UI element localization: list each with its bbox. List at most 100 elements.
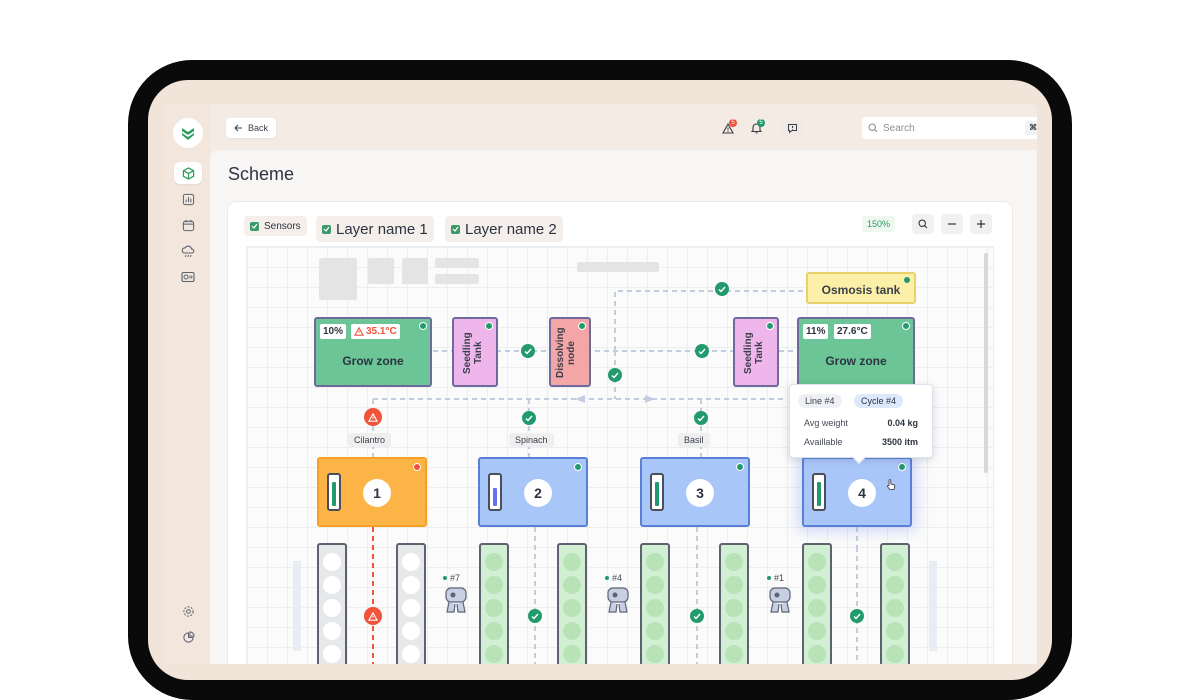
rail [293,561,301,651]
seedling-tank-right-node[interactable]: Seedling Tank [733,317,779,387]
status-dot [902,322,910,330]
line-number: 1 [363,479,391,507]
node-label: Grow zone [825,354,887,368]
tooltip-cycle-chip: Cycle #4 [854,394,904,408]
grow-zone-left-node[interactable]: 10% 35.1°C Grow zone [314,317,432,387]
grow-rack[interactable] [880,543,910,664]
status-dot [574,463,582,471]
tooltip-value: 0.04 kg [887,418,918,428]
check-circle-icon [528,609,542,623]
sidebar-item-settings[interactable] [174,600,202,622]
humidity-tag: 11% [803,324,829,339]
node-label: Dissolving node [555,327,577,379]
robot-label: #1 [774,573,785,583]
check-circle-icon [522,411,536,425]
robot-1[interactable]: #1 [767,573,793,617]
sidebar-item-weather[interactable] [174,240,202,262]
calendar-icon [182,219,194,231]
tank-level-gauge [327,473,341,511]
page-title: Scheme [228,164,295,184]
sidebar-item-scheme[interactable] [174,162,202,184]
grow-rack[interactable] [557,543,587,664]
message-alert-icon [787,123,797,134]
search-box[interactable]: Search ⌘ + N [862,117,1037,139]
temperature-value: 35.1°C [366,326,397,337]
sidebar-item-reports[interactable] [174,626,202,648]
line-tank-4[interactable]: 4 [802,457,912,527]
sidebar [164,104,210,664]
back-button[interactable]: Back [226,118,277,138]
sidebar-item-calendar[interactable] [174,214,202,236]
status-dot [898,463,906,471]
line-number: 2 [524,479,552,507]
line-tank-2[interactable]: 2 [478,457,588,527]
scheme-canvas[interactable]: Osmosis tank 10% 35.1°C Grow zone Seedli… [246,246,994,664]
tank-level-fill [817,482,821,506]
seedling-tank-left-node[interactable]: Seedling Tank [452,317,498,387]
notifications-button[interactable]: 5 [746,118,766,138]
osmosis-tank-node[interactable]: Osmosis tank [806,272,916,304]
rail [929,561,937,651]
warning-icon [354,327,364,336]
sidebar-item-sensors[interactable] [174,266,202,288]
feedback-button[interactable] [782,118,802,138]
grow-rack[interactable] [802,543,832,664]
check-circle-icon [694,411,708,425]
status-dot [578,322,586,330]
line-tank-3[interactable]: 3 [640,457,750,527]
status-dot [766,322,774,330]
line-label-cilantro: Cilantro [348,433,392,447]
grow-rack[interactable] [479,543,509,664]
tooltip-row-available: Availlable 3500 itm [804,437,918,447]
zoom-out-button[interactable] [941,214,963,234]
notifications-badge: 5 [757,119,765,127]
zoom-in-button[interactable] [970,214,992,234]
alerts-badge: 5 [729,119,737,127]
robot-7[interactable]: #7 [443,573,469,617]
line-tank-1[interactable]: 1 [317,457,427,527]
robot-icon [607,587,629,613]
tooltip-label: Avg weight [804,418,848,428]
grow-rack[interactable] [317,543,347,664]
tooltip-value: 3500 itm [881,437,918,447]
layer-label: Layer name 2 [465,220,557,238]
sidebar-item-analytics[interactable] [174,188,202,210]
grow-rack[interactable] [640,543,670,664]
status-dot [736,463,744,471]
status-dot [904,277,910,283]
search-icon [868,123,878,133]
line-details-tooltip: Line #4 Cycle #4 Avg weight 0.04 kg Avail… [789,384,933,465]
tooltip-label: Availlable [804,437,843,447]
temperature-tag: 27.6°C [834,324,871,339]
grow-rack[interactable] [719,543,749,664]
robot-4[interactable]: #4 [605,573,631,617]
node-label: Seedling Tank [743,332,765,374]
check-circle-icon [690,609,704,623]
check-circle-icon [850,609,864,623]
check-circle-icon [695,344,709,358]
line-number: 3 [686,479,714,507]
grow-zone-right-node[interactable]: 11% 27.6°C Grow zone [797,317,915,387]
grow-rack[interactable] [396,543,426,664]
robot-icon [769,587,791,613]
zoom-search-button[interactable] [912,214,934,234]
plus-icon [977,220,985,228]
layer-toggle-layer-2[interactable]: Layer name 2 [445,216,563,242]
canvas-scrollbar[interactable] [984,253,988,473]
app-logo[interactable] [173,118,203,148]
pie-chart-icon [182,630,195,643]
arrow-left-icon [234,124,242,132]
check-circle-icon [608,368,622,382]
back-label: Back [248,123,269,133]
tank-level-gauge [812,473,826,511]
bar-chart-icon [182,193,194,205]
minus-icon [948,223,956,225]
tank-level-fill [332,482,336,506]
humidity-tag: 10% [320,324,347,339]
layer-toggle-sensors[interactable]: Sensors [244,216,307,236]
dissolving-node[interactable]: Dissolving node [549,317,591,387]
alerts-button[interactable]: 5 [718,118,738,138]
check-circle-icon [521,344,535,358]
layer-toggle-layer-1[interactable]: Layer name 1 [316,216,434,242]
app-window: Back 5 5 Search ⌘ + N Scheme Sensors [164,104,1037,664]
